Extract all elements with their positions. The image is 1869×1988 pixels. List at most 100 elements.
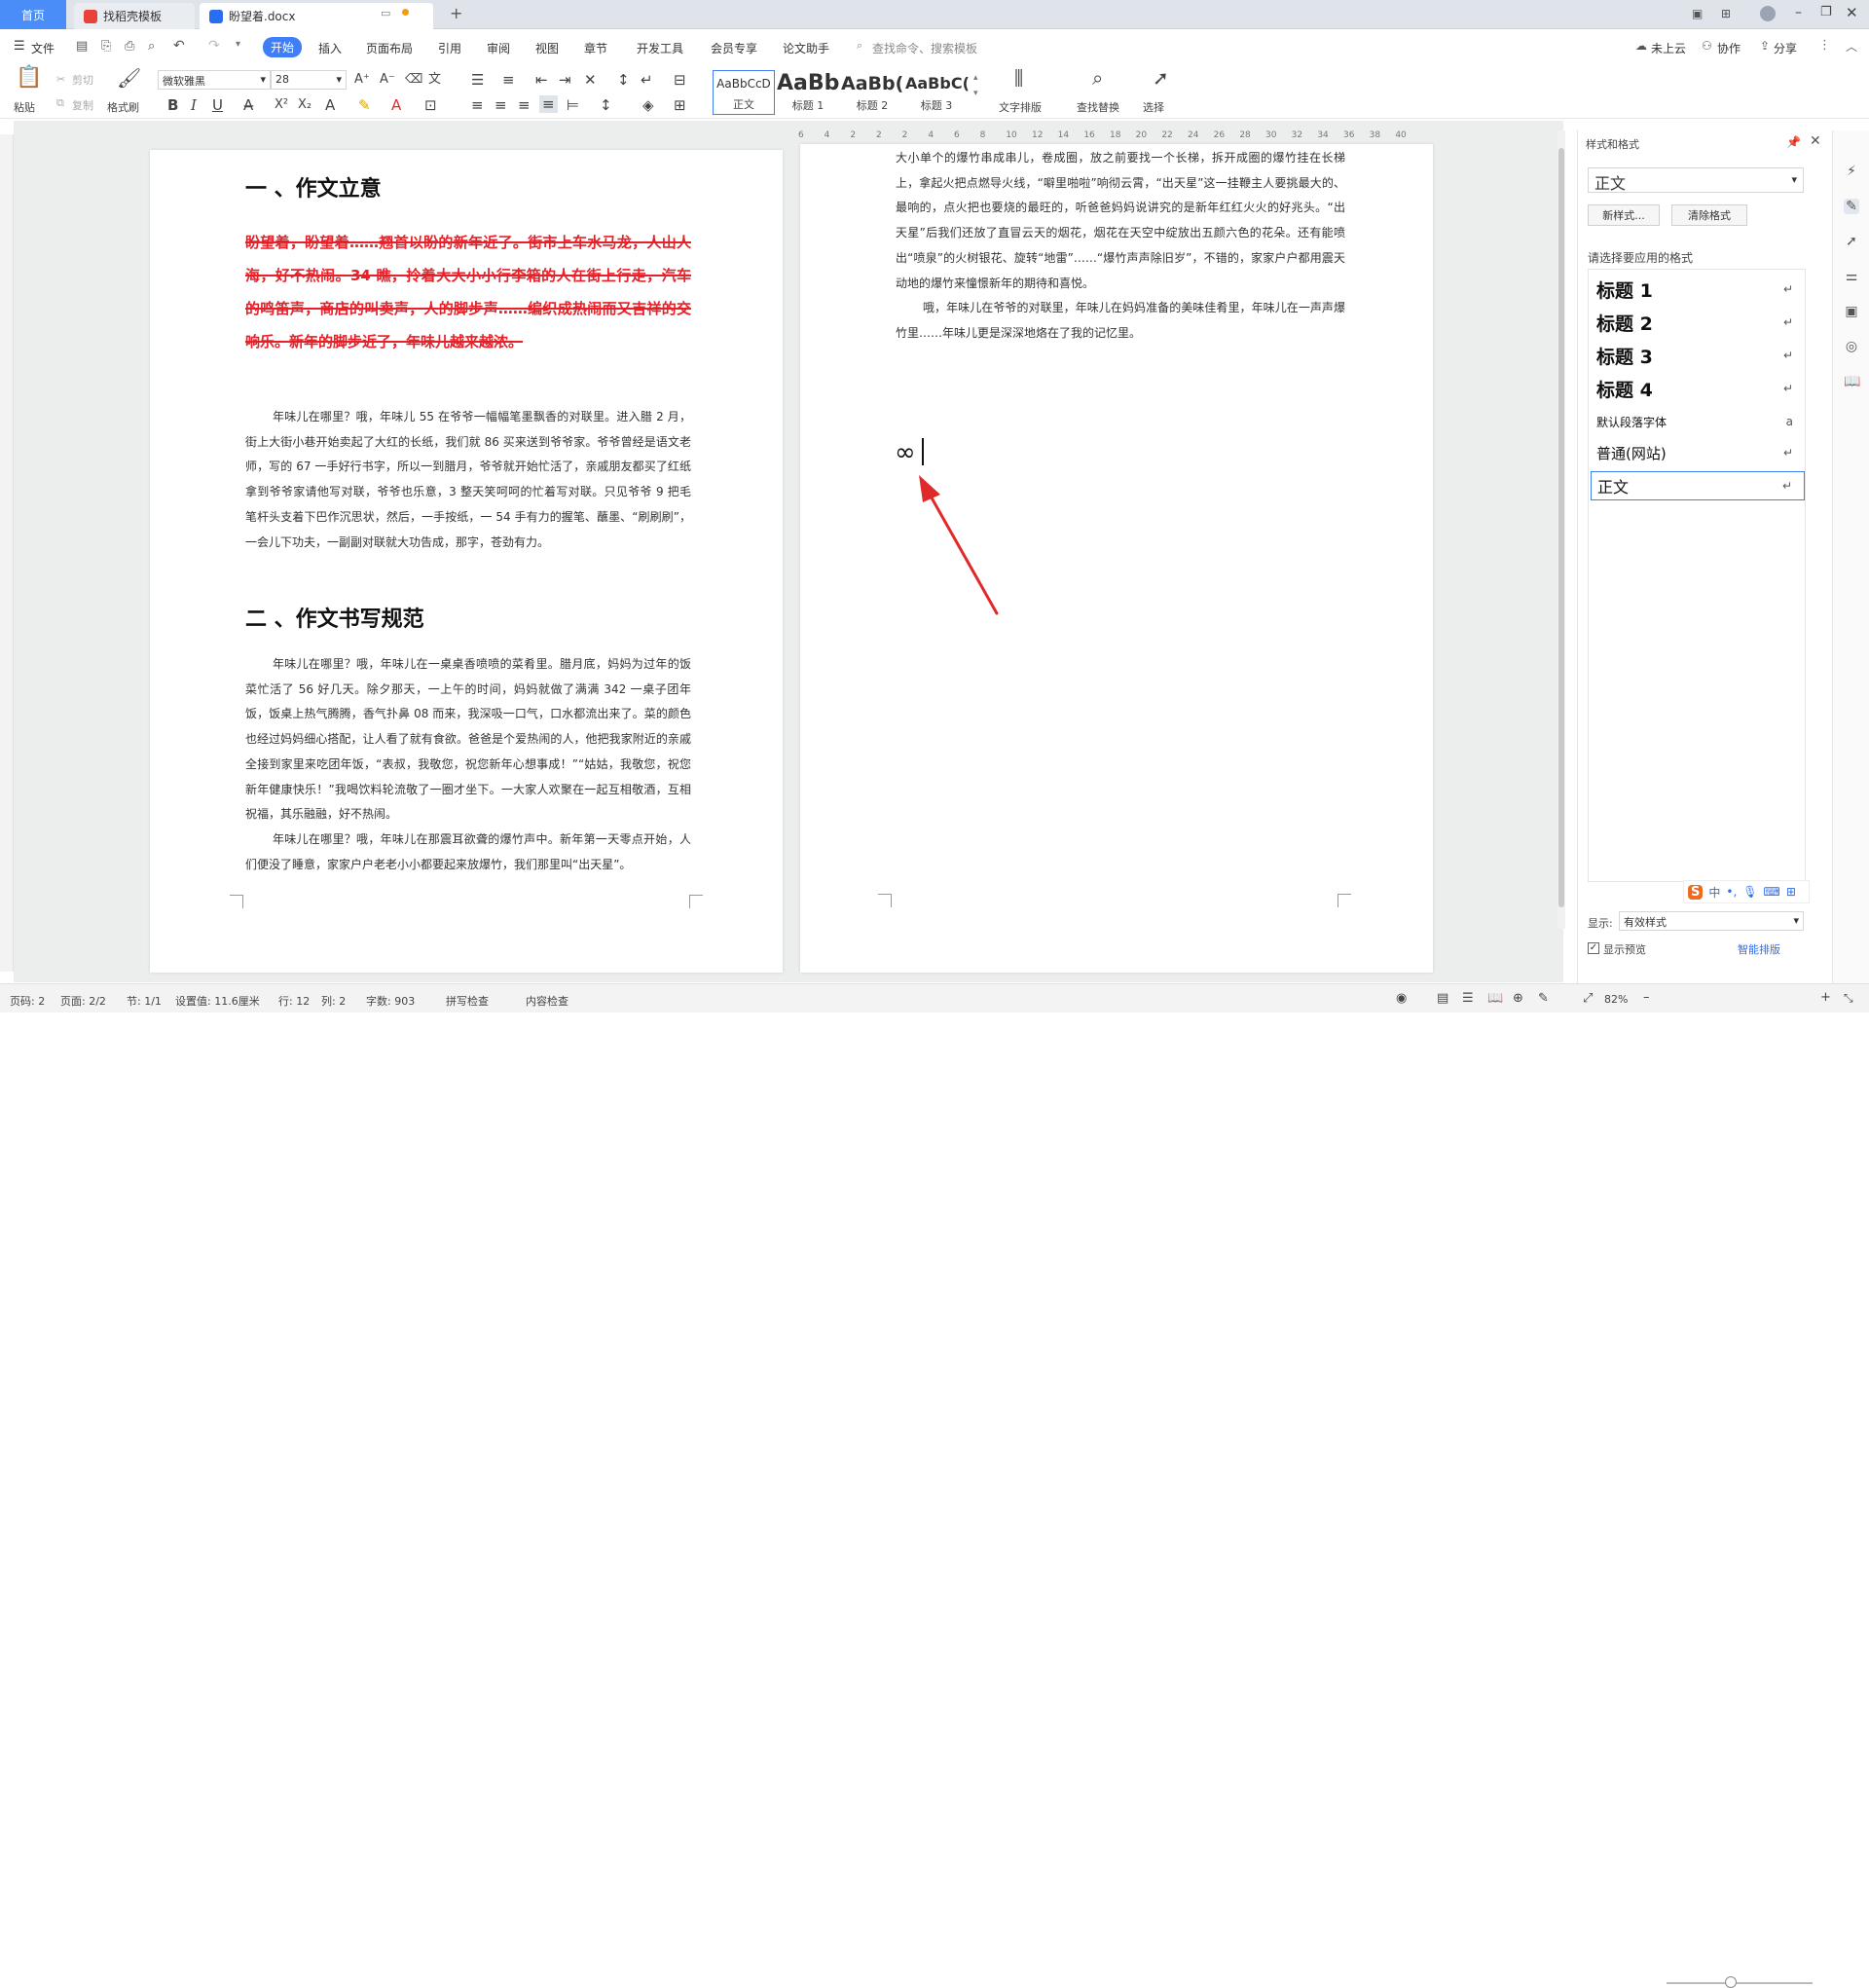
scrollbar-thumb[interactable] — [1558, 148, 1564, 907]
save-icon[interactable]: ▤ — [76, 39, 88, 54]
web-view-icon[interactable]: ⊕ — [1513, 991, 1523, 1006]
phonetic-icon[interactable]: 文 — [428, 72, 441, 88]
status-setting[interactable]: 设置值: 11.6厘米 — [175, 993, 260, 1009]
new-style-button[interactable]: 新样式... — [1588, 204, 1660, 226]
menu-insert[interactable]: 插入 — [318, 40, 342, 56]
borders-icon[interactable]: ⊞ — [674, 97, 686, 113]
text-layout-button[interactable]: 文字排版 — [999, 99, 1042, 115]
page-view-icon[interactable]: ▤ — [1437, 991, 1448, 1006]
show-preview-checkbox[interactable]: ✓ — [1588, 942, 1599, 954]
decrease-indent-icon[interactable]: ⇤ — [535, 72, 548, 88]
settings-sliders-icon[interactable]: ⚌ — [1844, 269, 1859, 284]
redo-icon[interactable]: ↷ — [208, 38, 220, 54]
style-item-web[interactable]: 普通(网站) ↵ — [1591, 438, 1805, 467]
eye-protect-icon[interactable]: ◉ — [1396, 991, 1407, 1006]
font-family-select[interactable]: 微软雅黑 ▾ — [158, 70, 271, 90]
distributed-icon[interactable]: ⊨ — [567, 97, 579, 113]
status-words[interactable]: 字数: 903 — [366, 993, 415, 1009]
sort-icon[interactable]: ↕ — [617, 72, 630, 88]
style-normal[interactable]: AaBbCcD 正文 — [713, 70, 775, 115]
zoom-in-icon[interactable]: + — [1820, 990, 1831, 1005]
smart-layout-link[interactable]: 智能排版 — [1738, 941, 1780, 957]
monitor-icon[interactable]: ▭ — [381, 7, 390, 19]
maximize-icon[interactable]: ❐ — [1820, 5, 1832, 19]
paragraph-1[interactable]: 年味儿在哪里？哦，年味儿 55 在爷爷一幅幅笔墨飘香的对联里。进入腊 2 月，街… — [245, 405, 691, 555]
menu-paper[interactable]: 论文助手 — [783, 40, 829, 56]
select-button[interactable]: 选择 — [1143, 99, 1164, 115]
subscript-icon[interactable]: X₂ — [298, 97, 312, 113]
fit-page-icon[interactable]: ⤢ — [1583, 991, 1593, 1006]
tab-template[interactable]: 找稻壳模板 — [74, 3, 195, 29]
search-commands-input[interactable]: 查找命令、搜索模板 — [872, 40, 977, 56]
menu-view[interactable]: 视图 — [535, 40, 559, 56]
status-pages[interactable]: 页面: 2/2 — [60, 993, 106, 1009]
style-item-heading2[interactable]: 标题 2 ↵ — [1591, 308, 1805, 337]
heading-1[interactable]: 一 、作文立意 — [245, 171, 382, 202]
close-icon[interactable]: ✕ — [1846, 4, 1858, 21]
undo-icon[interactable]: ↶ — [173, 38, 185, 54]
new-tab-plus-icon[interactable]: + — [450, 4, 462, 22]
paragraph-2[interactable]: 年味儿在哪里？哦，年味儿在一桌桌香喷喷的菜肴里。腊月底，妈妈为过年的饭菜忙活了 … — [245, 652, 691, 828]
zoom-out-icon[interactable]: – — [1643, 990, 1650, 1005]
status-section[interactable]: 节: 1/1 — [127, 993, 162, 1009]
export-pdf-icon[interactable]: ⎘ — [101, 39, 111, 54]
shading-icon[interactable]: ◈ — [642, 97, 654, 113]
print-icon[interactable]: ⎙ — [125, 39, 134, 54]
underline-icon[interactable]: U — [212, 97, 223, 113]
cloud-status[interactable]: 未上云 — [1651, 40, 1686, 56]
paragraph-closing[interactable]: 哦，年味儿在爷爷的对联里，年味儿在妈妈准备的美味佳肴里，年味儿在一声声爆竹里……… — [896, 296, 1345, 346]
menu-review[interactable]: 审阅 — [487, 40, 510, 56]
menu-member[interactable]: 会员专享 — [711, 40, 757, 56]
input-method-toolbar[interactable]: S 中 •, 🎙 ⌨ ⊞ — [1683, 880, 1810, 903]
content-check-button[interactable]: 内容检查 — [526, 993, 568, 1009]
style-item-default-font[interactable]: 默认段落字体 a — [1591, 407, 1805, 436]
clear-format-button[interactable]: 清除格式 — [1671, 204, 1747, 226]
align-right-icon[interactable]: ≡ — [518, 97, 531, 113]
close-pane-icon[interactable]: ✕ — [1810, 133, 1821, 149]
menu-references[interactable]: 引用 — [438, 40, 461, 56]
share-button[interactable]: 分享 — [1774, 40, 1797, 56]
minimize-icon[interactable]: – — [1795, 5, 1802, 20]
paragraph-3[interactable]: 年味儿在哪里？哦，年味儿在那震耳欲聋的爆竹声中。新年第一天零点开始，人们便没了睡… — [245, 828, 691, 877]
show-filter-select[interactable]: 有效样式 ▾ — [1619, 911, 1804, 931]
char-border-icon[interactable]: ⊡ — [424, 97, 437, 113]
superscript-icon[interactable]: X² — [275, 97, 288, 113]
show-marks-icon[interactable]: ↵ — [641, 72, 653, 88]
paragraph-continued[interactable]: 大小单个的爆竹串成串儿，卷成圈，放之前要找一个长梯，拆开成圈的爆竹挂在长梯上，拿… — [896, 146, 1345, 296]
location-icon[interactable]: ◎ — [1844, 339, 1859, 354]
highlight-icon[interactable]: ✎ — [358, 97, 371, 113]
style-heading2[interactable]: AaBb( 标题 2 — [841, 70, 903, 115]
copy-button[interactable]: 复制 — [72, 97, 93, 113]
increase-indent-icon[interactable]: ⇥ — [559, 72, 571, 88]
tab-document[interactable]: 盼望着.docx ▭ — [200, 3, 433, 29]
grow-font-icon[interactable]: A⁺ — [354, 72, 370, 88]
cursor-icon[interactable]: ➚ — [1844, 234, 1859, 249]
clear-format-icon[interactable]: ⌫ — [405, 72, 422, 88]
style-item-heading3[interactable]: 标题 3 ↵ — [1591, 341, 1805, 370]
book-icon[interactable]: 📖 — [1844, 374, 1860, 389]
zoom-slider-handle[interactable] — [1725, 1976, 1737, 1988]
paste-button[interactable]: 粘贴 — [14, 99, 35, 115]
quick-access-dropdown-icon[interactable]: ▾ — [236, 39, 240, 50]
fullscreen-icon[interactable]: ⤡ — [1844, 991, 1853, 1006]
collapse-ribbon-icon[interactable]: ︿ — [1846, 38, 1857, 55]
chinese-layout-icon[interactable]: ✕ — [584, 72, 597, 88]
hamburger-icon[interactable]: ☰ — [14, 39, 25, 54]
more-icon[interactable]: ⋮ — [1818, 38, 1831, 53]
table-tools-icon[interactable]: ⊟ — [674, 72, 686, 88]
quick-icon[interactable]: ⚡ — [1844, 164, 1859, 179]
window-layout-icon[interactable]: ▣ — [1692, 7, 1703, 20]
font-size-select[interactable]: 28 ▾ — [271, 70, 347, 90]
menu-layout[interactable]: 页面布局 — [366, 40, 413, 56]
menu-file[interactable]: 文件 — [31, 40, 55, 56]
heading-2[interactable]: 二 、作文书写规范 — [245, 602, 424, 633]
style-item-normal[interactable]: 正文 ↵ — [1591, 471, 1805, 500]
pin-icon[interactable]: 📌 — [1786, 135, 1801, 149]
strikethrough-icon[interactable]: A̶ — [243, 97, 253, 113]
font-color-icon[interactable]: A — [391, 97, 401, 113]
paste-icon[interactable]: 📋 — [16, 67, 42, 89]
image-icon[interactable]: ▣ — [1844, 304, 1859, 319]
status-col[interactable]: 列: 2 — [321, 993, 346, 1009]
strikethrough-paragraph[interactable]: 盼望着，盼望着……翘首以盼的新年近了。街市上车水马龙，人山人海，好不热闹。34 … — [245, 226, 691, 358]
align-left-icon[interactable]: ≡ — [471, 97, 484, 113]
